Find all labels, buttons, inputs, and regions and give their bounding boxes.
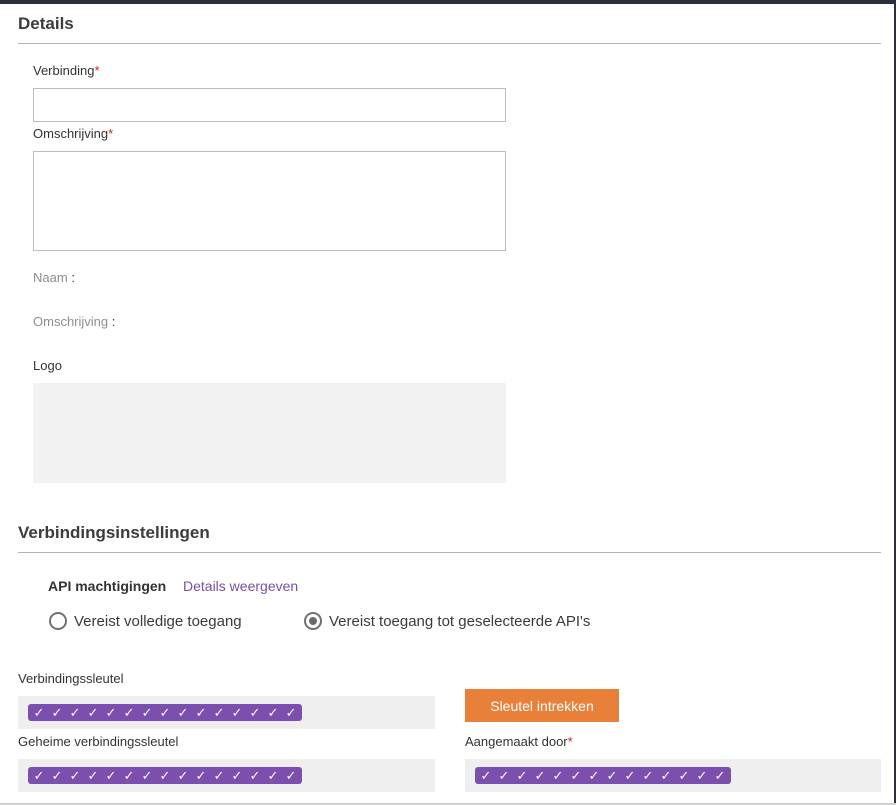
mask-check-icon: ✓ xyxy=(213,768,225,783)
mask-check-icon: ✓ xyxy=(87,705,99,720)
mask-check-icon: ✓ xyxy=(195,768,207,783)
secret-key-field[interactable]: ✓ ✓ ✓ ✓ ✓ ✓ ✓ ✓ ✓ ✓ ✓ ✓ ✓ ✓ ✓ xyxy=(18,759,435,792)
mask-check-icon: ✓ xyxy=(498,768,510,783)
omschrijving-label: Omschrijving* xyxy=(33,126,113,141)
details-section-title: Details xyxy=(18,14,74,33)
details-section-divider xyxy=(18,43,881,44)
logo-label: Logo xyxy=(33,358,62,373)
mask-check-icon: ✓ xyxy=(231,705,243,720)
created-by-label: Aangemaakt door* xyxy=(465,734,573,749)
mask-check-icon: ✓ xyxy=(177,768,189,783)
details-view-link[interactable]: Details weergeven xyxy=(183,578,298,594)
omschrijving-textarea[interactable] xyxy=(33,151,506,251)
mask-check-icon: ✓ xyxy=(141,705,153,720)
top-border xyxy=(0,0,896,4)
created-by-label-text: Aangemaakt door xyxy=(465,734,568,749)
mask-check-icon: ✓ xyxy=(552,768,564,783)
mask-check-icon: ✓ xyxy=(267,705,279,720)
mask-check-icon: ✓ xyxy=(123,705,135,720)
settings-section-title: Verbindingsinstellingen xyxy=(18,523,210,542)
required-mark: * xyxy=(108,126,114,141)
created-by-field[interactable]: ✓ ✓ ✓ ✓ ✓ ✓ ✓ ✓ ✓ ✓ ✓ ✓ ✓ ✓ xyxy=(465,759,881,792)
required-mark: * xyxy=(94,63,100,78)
mask-check-icon: ✓ xyxy=(516,768,528,783)
mask-check-icon: ✓ xyxy=(660,768,672,783)
mask-check-icon: ✓ xyxy=(123,768,135,783)
mask-check-icon: ✓ xyxy=(696,768,708,783)
radio-full-access[interactable]: Vereist volledige toegang xyxy=(49,612,242,630)
mask-check-icon: ✓ xyxy=(714,768,726,783)
logo-upload-area[interactable] xyxy=(33,383,506,483)
omschrijving-static-field: Omschrijving : xyxy=(33,314,115,329)
created-by-mask: ✓ ✓ ✓ ✓ ✓ ✓ ✓ ✓ ✓ ✓ ✓ ✓ ✓ ✓ xyxy=(475,767,731,784)
naam-label: Naam xyxy=(33,270,68,285)
verbinding-label: Verbinding* xyxy=(33,63,100,78)
mask-check-icon: ✓ xyxy=(213,705,225,720)
mask-check-icon: ✓ xyxy=(588,768,600,783)
mask-check-icon: ✓ xyxy=(606,768,618,783)
mask-check-icon: ✓ xyxy=(678,768,690,783)
omschrijving-static-label: Omschrijving xyxy=(33,314,109,329)
settings-section-divider xyxy=(18,552,881,553)
mask-check-icon: ✓ xyxy=(105,705,117,720)
required-mark: * xyxy=(567,734,573,749)
radio-full-access-circle[interactable] xyxy=(49,612,67,630)
verbinding-input[interactable] xyxy=(33,88,506,122)
naam-colon: : xyxy=(71,270,75,285)
revoke-key-button[interactable]: Sleutel intrekken xyxy=(465,689,619,722)
mask-check-icon: ✓ xyxy=(177,705,189,720)
mask-check-icon: ✓ xyxy=(195,705,207,720)
mask-check-icon: ✓ xyxy=(285,768,297,783)
mask-check-icon: ✓ xyxy=(570,768,582,783)
connection-key-mask: ✓ ✓ ✓ ✓ ✓ ✓ ✓ ✓ ✓ ✓ ✓ ✓ ✓ ✓ ✓ xyxy=(28,704,302,721)
mask-check-icon: ✓ xyxy=(51,768,63,783)
mask-check-icon: ✓ xyxy=(231,768,243,783)
mask-check-icon: ✓ xyxy=(267,768,279,783)
connection-key-label: Verbindingssleutel xyxy=(18,671,124,686)
mask-check-icon: ✓ xyxy=(285,705,297,720)
mask-check-icon: ✓ xyxy=(624,768,636,783)
mask-check-icon: ✓ xyxy=(159,768,171,783)
radio-selected-apis[interactable]: Vereist toegang tot geselecteerde API's xyxy=(304,612,590,630)
mask-check-icon: ✓ xyxy=(69,705,81,720)
connection-key-field[interactable]: ✓ ✓ ✓ ✓ ✓ ✓ ✓ ✓ ✓ ✓ ✓ ✓ ✓ ✓ ✓ xyxy=(18,696,435,729)
mask-check-icon: ✓ xyxy=(51,705,63,720)
mask-check-icon: ✓ xyxy=(249,705,261,720)
omschrijving-label-text: Omschrijving xyxy=(33,126,109,141)
mask-check-icon: ✓ xyxy=(105,768,117,783)
api-permissions-label: API machtigingen xyxy=(48,578,167,594)
verbinding-label-text: Verbinding xyxy=(33,63,95,78)
mask-check-icon: ✓ xyxy=(642,768,654,783)
omschrijving-static-colon: : xyxy=(111,314,116,329)
radio-selected-apis-circle[interactable] xyxy=(304,612,322,630)
secret-key-label: Geheime verbindingssleutel xyxy=(18,734,179,749)
secret-key-mask: ✓ ✓ ✓ ✓ ✓ ✓ ✓ ✓ ✓ ✓ ✓ ✓ ✓ ✓ ✓ xyxy=(28,767,302,784)
mask-check-icon: ✓ xyxy=(87,768,99,783)
mask-check-icon: ✓ xyxy=(69,768,81,783)
radio-full-access-label: Vereist volledige toegang xyxy=(74,612,242,630)
naam-field: Naam : xyxy=(33,270,75,285)
mask-check-icon: ✓ xyxy=(33,705,45,720)
mask-check-icon: ✓ xyxy=(249,768,261,783)
radio-selected-apis-label: Vereist toegang tot geselecteerde API's xyxy=(329,612,591,630)
mask-check-icon: ✓ xyxy=(534,768,546,783)
mask-check-icon: ✓ xyxy=(159,705,171,720)
mask-check-icon: ✓ xyxy=(480,768,492,783)
mask-check-icon: ✓ xyxy=(141,768,153,783)
mask-check-icon: ✓ xyxy=(33,768,45,783)
